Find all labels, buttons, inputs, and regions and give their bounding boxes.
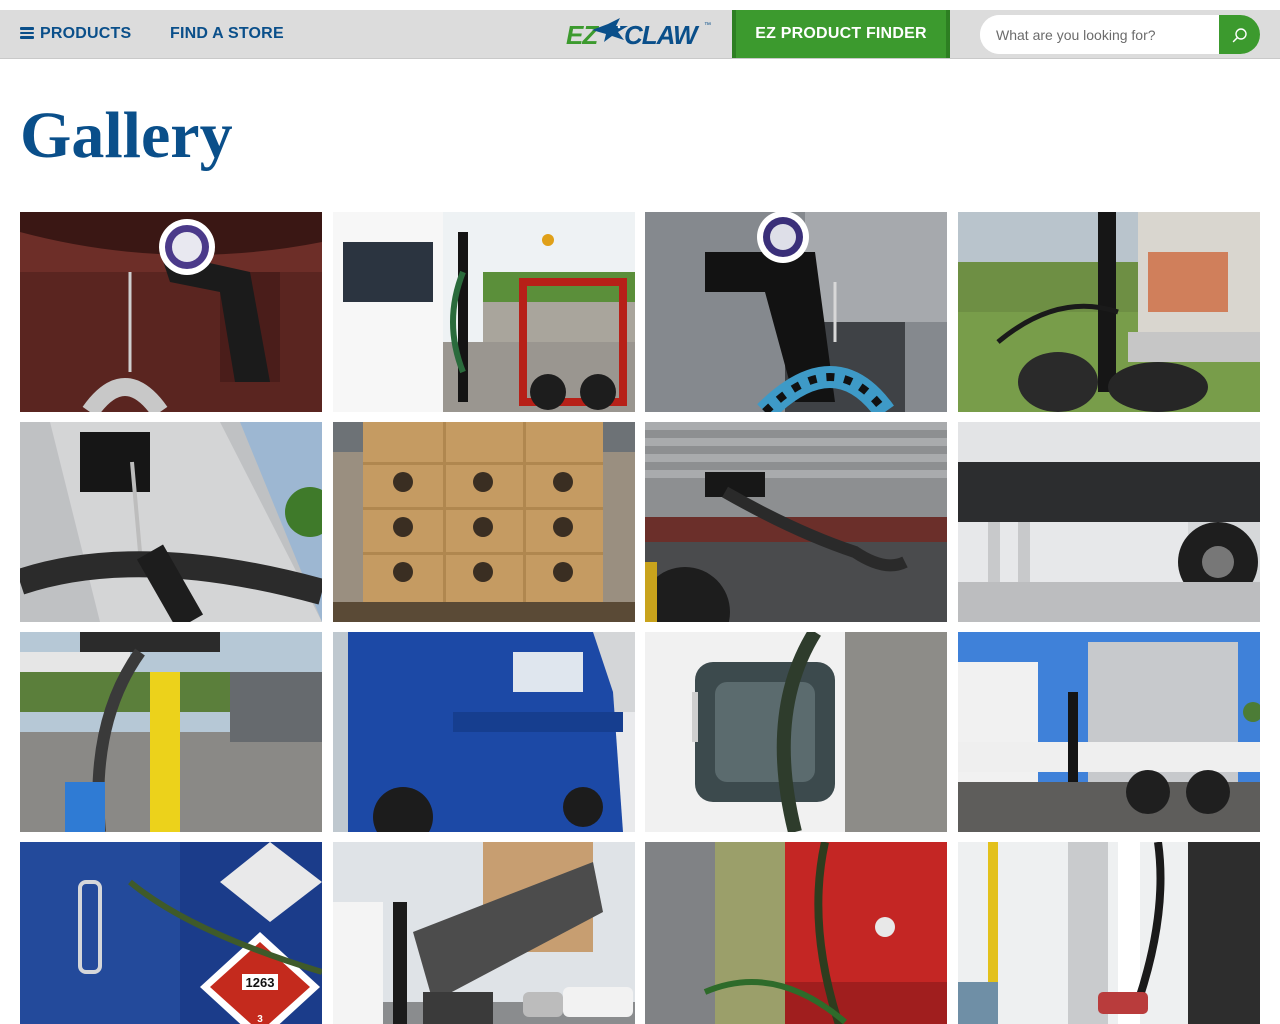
gallery-photo-4[interactable] <box>958 212 1260 412</box>
logo-claw-text: CLAW <box>624 20 698 50</box>
search-input[interactable] <box>980 15 1218 54</box>
find-a-store-link[interactable]: FIND A STORE <box>170 10 284 58</box>
search-button[interactable] <box>1219 15 1260 54</box>
gallery-photo-6[interactable] <box>333 422 635 622</box>
placard-class: 3 <box>257 1014 263 1024</box>
gallery-photo-11[interactable] <box>645 632 947 832</box>
gallery-photo-10[interactable] <box>333 632 635 832</box>
gallery-grid: 1263 3 <box>20 212 1260 1024</box>
search-box <box>980 15 1260 54</box>
gallery-photo-1[interactable] <box>20 212 322 412</box>
placard-number: 1263 <box>246 975 275 990</box>
gallery-photo-14[interactable] <box>333 842 635 1024</box>
gallery-photo-13[interactable]: 1263 3 <box>20 842 322 1024</box>
gallery-photo-7[interactable] <box>645 422 947 622</box>
ez-claw-logo[interactable]: EZ CLAW ™ <box>566 18 712 50</box>
top-strip <box>0 0 1280 10</box>
products-menu-button[interactable]: PRODUCTS <box>20 10 131 58</box>
gallery-photo-16[interactable] <box>958 842 1260 1024</box>
gallery-photo-9[interactable] <box>20 632 322 832</box>
gallery-photo-12[interactable] <box>958 632 1260 832</box>
ez-product-finder-button[interactable]: EZ PRODUCT FINDER <box>732 10 950 58</box>
gallery-photo-5[interactable] <box>20 422 322 622</box>
gallery-photo-8[interactable] <box>958 422 1260 622</box>
products-label: PRODUCTS <box>40 25 132 42</box>
gallery-photo-3[interactable] <box>645 212 947 412</box>
page-title: Gallery <box>20 99 233 172</box>
logo-trademark: ™ <box>704 22 711 29</box>
hamburger-icon <box>20 27 34 39</box>
gallery-photo-2[interactable] <box>333 212 635 412</box>
search-icon <box>1232 27 1247 42</box>
gallery-photo-15[interactable] <box>645 842 947 1024</box>
